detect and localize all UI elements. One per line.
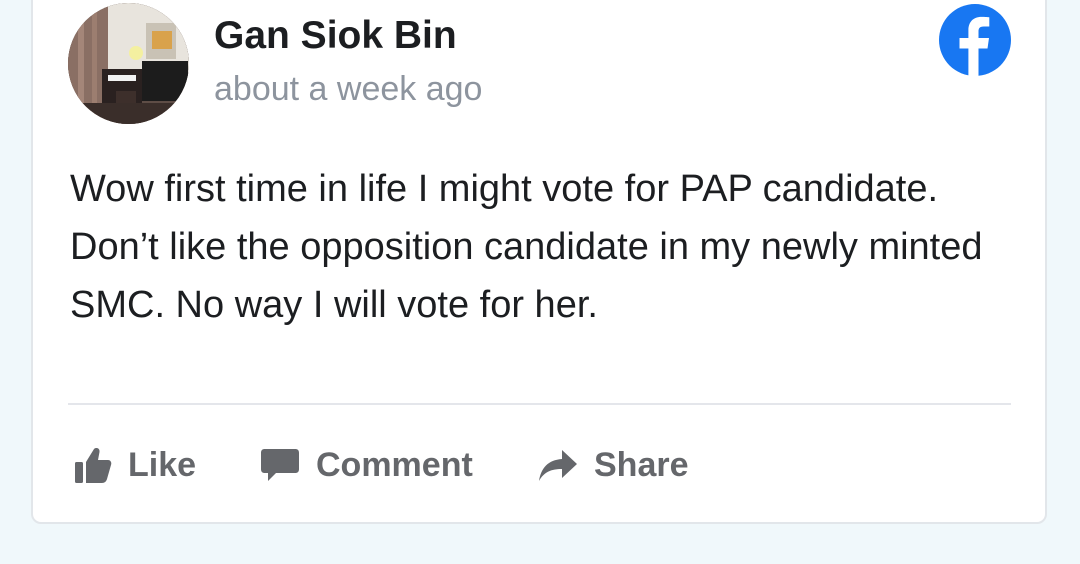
post-text: Wow first time in life I might vote for … xyxy=(70,168,983,326)
avatar-photo xyxy=(68,3,189,124)
comment-icon xyxy=(260,447,300,483)
thumbs-up-icon xyxy=(74,446,112,484)
share-button[interactable]: Share xyxy=(538,440,689,490)
divider xyxy=(68,403,1011,405)
share-icon xyxy=(538,448,578,482)
avatar[interactable] xyxy=(68,3,189,124)
share-label: Share xyxy=(594,445,689,484)
author-name[interactable]: Gan Siok Bin xyxy=(214,14,457,58)
like-button[interactable]: Like xyxy=(74,440,196,490)
like-label: Like xyxy=(128,445,197,484)
post-timestamp[interactable]: about a week ago xyxy=(214,70,482,109)
facebook-icon[interactable] xyxy=(939,4,1011,76)
comment-label: Comment xyxy=(316,445,473,484)
comment-button[interactable]: Comment xyxy=(260,440,473,490)
